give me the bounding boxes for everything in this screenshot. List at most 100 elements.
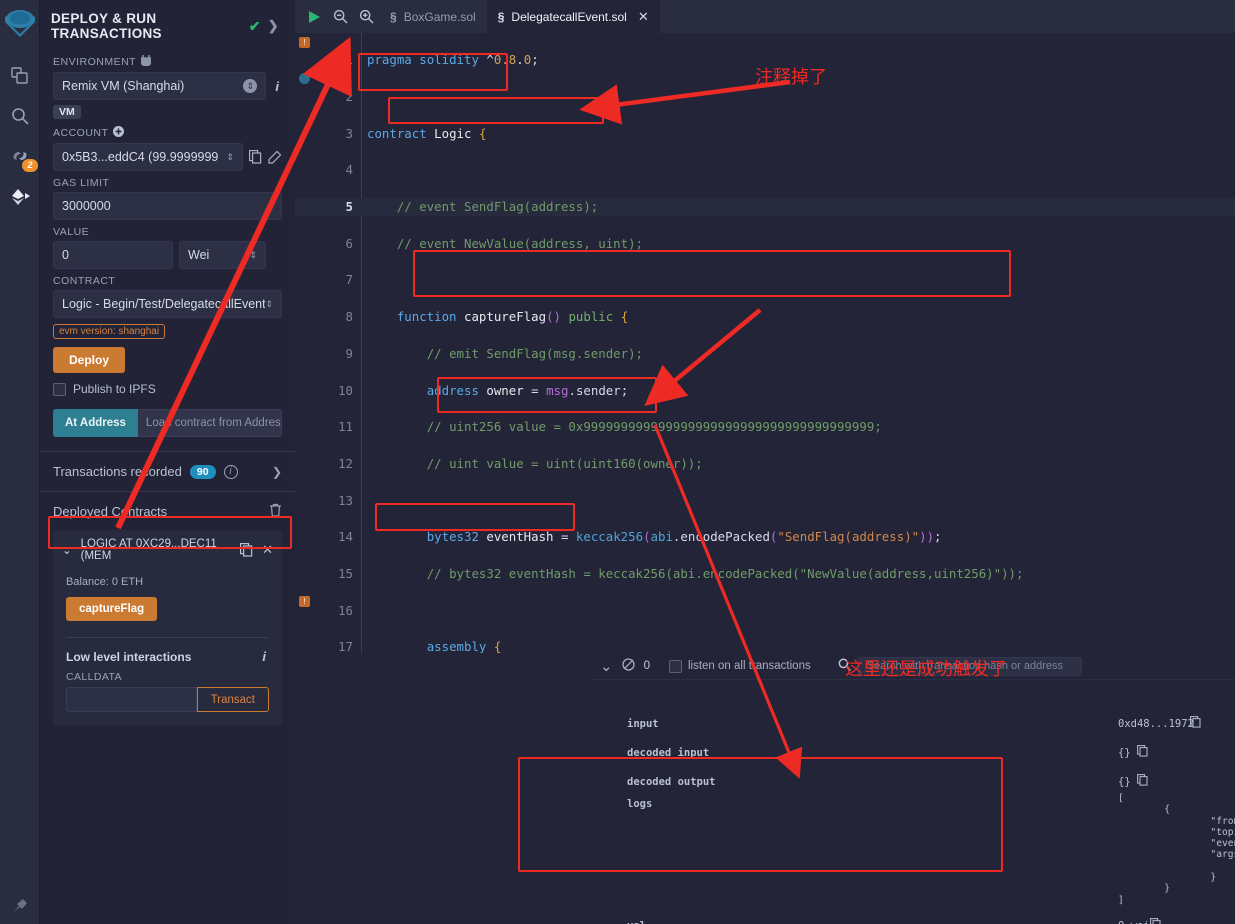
calldata-input[interactable] <box>66 687 197 712</box>
contract-select[interactable]: Logic - Begin/Test/DelegatecallEvent.s ⇕ <box>53 290 282 318</box>
edit-account-icon[interactable] <box>268 150 282 164</box>
gas-limit-input[interactable]: 3000000 <box>53 192 282 220</box>
info-icon[interactable]: i <box>223 464 238 479</box>
environment-label-text: ENVIRONMENT <box>53 56 137 68</box>
close-tab-icon[interactable]: ✕ <box>638 9 649 25</box>
tab-delegatecallevent[interactable]: § DelegatecallEvent.sol ✕ <box>486 0 660 33</box>
contract-value: Logic - Begin/Test/DelegatecallEvent.s <box>62 297 266 311</box>
chevron-updown-icon: ⇕ <box>226 151 234 162</box>
chevron-updown-icon: ⇕ <box>243 79 258 93</box>
annotation-box-logs <box>518 757 1003 872</box>
at-address-button[interactable]: At Address <box>53 409 138 437</box>
code-editor[interactable]: ! ! 1 pragma solidity ^0.8.0; 2 3 contract… <box>295 33 1235 653</box>
logs-json: [ { "from": "0xc2955A581b9481B8e56374dBf… <box>1118 793 1235 906</box>
at-address-row: At Address Load contract from Addres <box>53 409 282 437</box>
value-label-text: VALUE <box>53 226 90 238</box>
terminal-row-value: 0xd48...1972f <box>1118 718 1201 730</box>
contract-label: CONTRACT <box>53 275 282 287</box>
annotation-box-commented-event <box>388 97 604 124</box>
chevron-updown-icon: ⇕ <box>249 249 257 260</box>
collapse-terminal-icon[interactable]: ⌄ <box>600 657 613 675</box>
value-amount: 0 <box>62 248 69 262</box>
listen-all-checkbox[interactable] <box>668 659 682 673</box>
copy-icon[interactable] <box>1150 918 1161 924</box>
low-level-info-icon[interactable]: i <box>259 649 269 664</box>
annotation-box-contract-logic <box>358 53 508 91</box>
copy-account-icon[interactable] <box>249 150 262 164</box>
terminal-row-key: input <box>627 718 659 730</box>
annotation-box-contract <box>48 516 292 549</box>
account-select[interactable]: 0x5B3...eddC4 (99.9999999 ⇕ <box>53 143 243 171</box>
run-script-icon[interactable] <box>301 0 327 33</box>
publish-ipfs-label: Publish to IPFS <box>73 382 156 396</box>
account-label: ACCOUNT <box>53 126 282 140</box>
environment-select[interactable]: Remix VM (Shanghai) ⇕ <box>53 72 267 100</box>
terminal-row-value: 0 wei <box>1118 920 1150 924</box>
remix-logo-icon[interactable] <box>3 6 37 44</box>
environment-value: Remix VM (Shanghai) <box>62 79 185 93</box>
zoom-out-icon[interactable] <box>327 0 353 33</box>
annotation-note-top: 注释掉了 <box>755 67 827 88</box>
clear-console-icon[interactable] <box>621 658 635 674</box>
transactions-count-badge: 90 <box>189 464 216 479</box>
transact-button[interactable]: Transact <box>196 687 269 712</box>
plugin-manager-icon[interactable]: 2 <box>3 136 38 176</box>
account-label-text: ACCOUNT <box>53 127 109 139</box>
transactions-recorded-row[interactable]: Transactions recorded 90 i ❯ <box>40 452 295 491</box>
gas-limit-label: GAS LIMIT <box>53 177 282 189</box>
code-lines: 1 pragma solidity ^0.8.0; 2 3 contract Log… <box>295 33 1235 653</box>
calldata-label: CALLDATA <box>66 671 122 683</box>
terminal-row-value: {} <box>1118 776 1131 788</box>
solidity-file-icon: § <box>390 9 397 24</box>
annotation-note-bottom: 这里还是成功触发了 <box>845 659 1007 680</box>
file-explorer-icon[interactable] <box>3 56 37 96</box>
tab-label: BoxGame.sol <box>403 9 476 24</box>
copy-icon[interactable] <box>1137 774 1148 789</box>
solidity-file-icon: § <box>497 9 505 24</box>
plus-circle-icon[interactable] <box>113 126 125 140</box>
listen-all-row[interactable]: listen on all transactions <box>668 659 811 673</box>
value-unit: Wei <box>188 248 210 262</box>
gas-limit-value: 3000000 <box>62 199 111 213</box>
copy-icon[interactable] <box>1190 716 1201 731</box>
vm-chip: VM <box>53 105 81 119</box>
publish-ipfs-row[interactable]: Publish to IPFS <box>53 382 282 396</box>
environment-label: ENVIRONMENT <box>53 55 282 69</box>
low-level-label: Low level interactions <box>66 649 192 664</box>
balance-label: Balance: 0 ETH <box>66 576 144 588</box>
value-label: VALUE <box>53 226 282 238</box>
copy-icon[interactable] <box>1137 745 1148 760</box>
chevron-updown-icon: ⇕ <box>265 298 273 309</box>
icon-rail: 2 <box>0 0 40 924</box>
app-root: 2 DEPLOY & RUN TRANSACTIONS ✔ ❯ ENVIRONM… <box>0 0 1235 924</box>
deployed-contract-body: Balance: 0 ETH captureFlag Low level int… <box>53 570 282 726</box>
value-unit-select[interactable]: Wei ⇕ <box>179 241 266 269</box>
deploy-run-icon[interactable] <box>3 176 37 216</box>
low-level-interactions-header: Low level interactions i <box>66 637 269 664</box>
deployed-contract-card: ⌄ LOGIC AT 0XC29...DEC11 (MEM ✕ Balance:… <box>53 530 282 726</box>
zoom-in-icon[interactable] <box>353 0 379 33</box>
chevron-right-icon[interactable]: ❯ <box>272 465 282 479</box>
environment-info-icon[interactable]: i <box>272 79 282 94</box>
plug-icon <box>140 55 152 69</box>
panel-title-text: DEPLOY & RUN TRANSACTIONS <box>51 11 162 41</box>
search-icon[interactable] <box>3 96 37 136</box>
editor-tabbar: § BoxGame.sol § DelegatecallEvent.sol ✕ <box>295 0 1235 33</box>
listen-all-label: listen on all transactions <box>687 660 811 672</box>
panel-title: DEPLOY & RUN TRANSACTIONS ✔ ❯ <box>40 0 295 49</box>
tab-boxgame[interactable]: § BoxGame.sol <box>379 0 487 33</box>
value-input[interactable]: 0 <box>53 241 173 269</box>
deploy-button[interactable]: Deploy <box>53 347 126 373</box>
settings-icon[interactable] <box>0 896 40 916</box>
account-value: 0x5B3...eddC4 (99.9999999 <box>62 150 219 164</box>
contract-label-text: CONTRACT <box>53 275 116 287</box>
terminal-row-key: val <box>627 920 646 924</box>
chevron-right-icon[interactable]: ❯ <box>268 18 279 34</box>
publish-ipfs-checkbox[interactable] <box>53 382 66 396</box>
at-address-input[interactable]: Load contract from Addres <box>137 409 282 437</box>
transactions-recorded-label: Transactions recorded <box>53 464 182 479</box>
capture-flag-button[interactable]: captureFlag <box>66 597 158 621</box>
tab-label: DelegatecallEvent.sol <box>511 9 627 24</box>
annotation-box-eventhash <box>413 250 1011 297</box>
annotation-box-log1 <box>437 377 657 413</box>
